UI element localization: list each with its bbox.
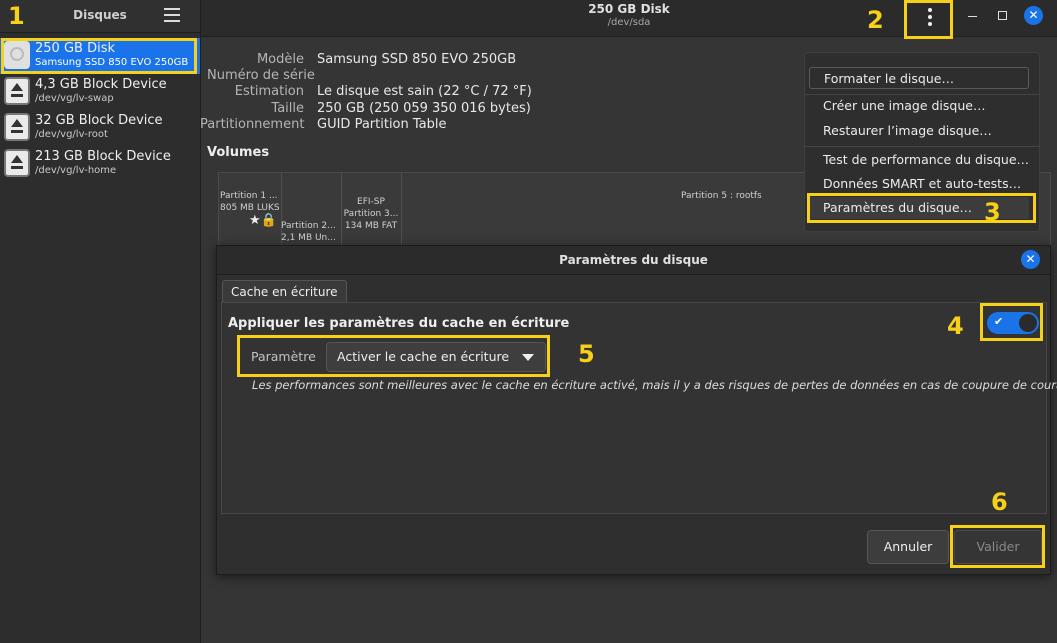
partition-label: Partition 1 ... [220, 191, 278, 201]
model-value: Samsung SSD 850 EVO 250GB [317, 52, 517, 67]
sidebar-item-root[interactable]: 32 GB Block Device /dev/vg/lv-root [0, 110, 200, 146]
partitioning-label: Partitionnement [200, 117, 305, 132]
disk-name: 213 GB Block Device [35, 149, 171, 164]
menu-item-create-image[interactable]: Créer une image disque… [809, 95, 1029, 117]
star-lock-icon: ★🔒 [249, 213, 277, 228]
partition-size: 134 MB FAT [344, 221, 398, 231]
close-icon[interactable]: ✕ [1024, 6, 1043, 25]
annotation-box-6 [950, 525, 1045, 568]
sidebar-header: Disques [0, 0, 200, 33]
estimate-label: Estimation [234, 84, 304, 99]
serial-label: Numéro de série [207, 68, 315, 83]
close-icon[interactable]: ✕ [1021, 250, 1040, 269]
annotation-number-5: 5 [578, 340, 595, 368]
sidebar-item-swap[interactable]: 4,3 GB Block Device /dev/vg/lv-swap [0, 74, 200, 110]
hamburger-menu-icon[interactable] [164, 8, 180, 22]
annotation-box-3 [807, 193, 1036, 223]
tab-panel [221, 302, 1047, 514]
estimate-value: Le disque est sain (22 °C / 72 °F) [317, 84, 532, 99]
disk-name: 4,3 GB Block Device [35, 77, 167, 92]
partition-label: EFI-SP [357, 197, 385, 207]
minimize-icon[interactable] [965, 8, 981, 24]
eject-icon [4, 113, 30, 141]
partition-name: Partition 3... [343, 209, 399, 219]
annotation-box-5 [237, 335, 550, 377]
eject-icon [4, 77, 30, 105]
annotation-number-1: 1 [8, 2, 25, 30]
partition-label: Partition 2... [281, 221, 336, 231]
annotation-number-6: 6 [991, 488, 1008, 516]
partition-label: Partition 5 : rootfs [681, 191, 762, 201]
sidebar-item-home[interactable]: 213 GB Block Device /dev/vg/lv-home [0, 146, 200, 182]
partition-3[interactable]: EFI-SP Partition 3... 134 MB FAT [341, 173, 402, 245]
menu-item-smart[interactable]: Données SMART et auto-tests… [809, 173, 1029, 195]
description-text: Les performances sont meilleures avec le… [252, 378, 1057, 392]
annotation-box-2 [904, 0, 953, 39]
annotation-box-1 [1, 38, 197, 74]
model-label: Modèle [256, 52, 304, 67]
annotation-number-4: 4 [947, 312, 964, 340]
menu-item-benchmark[interactable]: Test de performance du disque… [809, 149, 1029, 171]
section-title: Appliquer les paramètres du cache en écr… [228, 316, 570, 331]
maximize-icon[interactable] [995, 8, 1011, 24]
menu-item-restore-image[interactable]: Restaurer l’image disque… [809, 120, 1029, 142]
tab-write-cache[interactable]: Cache en écriture [222, 280, 347, 303]
size-label: Taille [271, 101, 304, 116]
cancel-button[interactable]: Annuler [867, 530, 949, 564]
partition-2[interactable]: Partition 2... 2,1 MB Un... [281, 173, 342, 245]
partition-size: 805 MB LUKS [220, 203, 280, 213]
disk-subtitle: /dev/vg/lv-home [35, 165, 117, 176]
size-value: 250 GB (250 059 350 016 bytes) [317, 101, 531, 116]
volumes-title: Volumes [207, 145, 270, 160]
dialog-title: Paramètres du disque [559, 253, 708, 267]
partitioning-value: GUID Partition Table [317, 117, 447, 132]
menu-separator [805, 146, 1039, 147]
annotation-box-4 [980, 303, 1043, 341]
dialog-header: Paramètres du disque ✕ [217, 246, 1050, 275]
annotation-number-2: 2 [867, 6, 884, 34]
partition-1[interactable]: Partition 1 ... 805 MB LUKS ★🔒 [219, 173, 282, 245]
disk-subtitle: /dev/vg/lv-root [35, 129, 108, 140]
eject-icon [4, 149, 30, 177]
disk-name: 32 GB Block Device [35, 113, 163, 128]
sidebar: Disques 250 GB Disk Samsung SSD 850 EVO … [0, 0, 201, 643]
disk-subtitle: /dev/vg/lv-swap [35, 93, 114, 104]
annotation-number-3: 3 [984, 198, 1001, 226]
partition-size: 2,1 MB Un... [281, 233, 336, 243]
menu-item-format[interactable]: Formater le disque… [809, 67, 1029, 89]
disk-settings-dialog: Paramètres du disque ✕ Cache en écriture… [216, 245, 1057, 575]
